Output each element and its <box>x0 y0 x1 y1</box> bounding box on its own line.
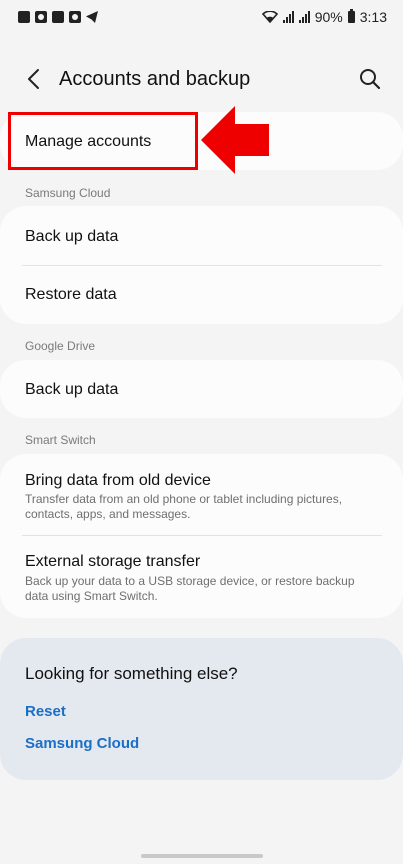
list-item-label: Back up data <box>25 381 119 398</box>
suggestions-title: Looking for something else? <box>25 664 238 683</box>
annotation-arrow <box>201 106 269 174</box>
list-item-label: External storage transfer <box>25 553 201 570</box>
samsung-cloud-card: Back up data Restore data <box>0 206 403 324</box>
samsung-cloud-link[interactable]: Samsung Cloud <box>25 735 139 752</box>
search-icon <box>360 69 381 90</box>
gesture-handle[interactable] <box>141 854 263 858</box>
suggestions-card: Looking for something else? Reset Samsun… <box>0 638 403 780</box>
page-title: Accounts and backup <box>59 68 251 90</box>
notification-icons <box>18 11 98 23</box>
calendar-icon <box>52 11 64 23</box>
wifi-icon <box>261 11 278 23</box>
list-item-backup[interactable]: Back up data <box>0 206 403 265</box>
battery-icon <box>347 9 355 23</box>
slack-icon <box>69 11 81 23</box>
system-icons: 90% 3:13 <box>261 9 387 25</box>
chevron-left-icon <box>28 69 39 89</box>
clock: 3:13 <box>359 9 387 25</box>
list-item-description: Transfer data from an old phone or table… <box>25 492 343 521</box>
signal-icon <box>282 11 294 23</box>
section-label-google-drive: Google Drive <box>25 339 96 353</box>
link-icon <box>35 11 47 23</box>
section-label-samsung-cloud: Samsung Cloud <box>25 186 111 200</box>
section-label-smart-switch: Smart Switch <box>25 433 96 447</box>
google-drive-card[interactable]: Back up data <box>0 360 403 418</box>
smart-switch-card: Bring data from old device Transfer data… <box>0 454 403 618</box>
back-button[interactable] <box>20 66 46 92</box>
list-item-restore[interactable]: Restore data <box>0 266 403 324</box>
list-item-label: Restore data <box>25 286 117 303</box>
search-button[interactable] <box>357 66 383 92</box>
telegram-icon <box>86 11 98 23</box>
list-item-bring-data[interactable]: Bring data from old device Transfer data… <box>0 454 403 535</box>
list-item-label: Back up data <box>25 228 119 245</box>
reset-link[interactable]: Reset <box>25 703 66 720</box>
signal-icon-2 <box>298 11 310 23</box>
status-bar: 90% 3:13 <box>0 0 403 36</box>
battery-percent: 90% <box>314 9 343 25</box>
list-item-description: Back up your data to a USB storage devic… <box>25 574 355 603</box>
app-bar: Accounts and backup <box>0 52 403 108</box>
gallery-icon <box>18 11 30 23</box>
list-item-label: Bring data from old device <box>25 472 211 489</box>
list-item-external-storage[interactable]: External storage transfer Back up your d… <box>0 536 403 618</box>
annotation-highlight-box <box>8 112 198 170</box>
